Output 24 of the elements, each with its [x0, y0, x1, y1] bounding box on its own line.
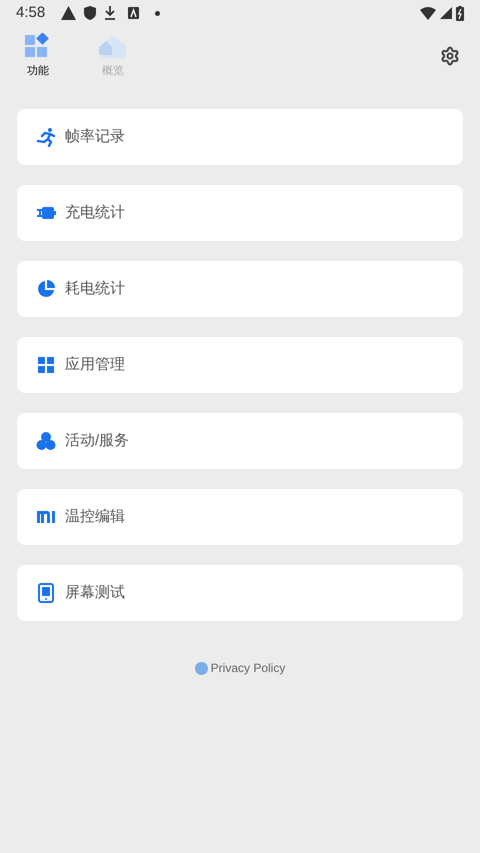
tab[interactable]: 功能 [18, 32, 58, 80]
status-time: 4:58 [16, 2, 46, 23]
tablet-icon [36, 583, 56, 603]
grid-icon [36, 355, 56, 375]
menu-card[interactable]: 温控编辑 [17, 489, 463, 545]
privacy-policy-link[interactable]: Privacy Policy [210, 659, 286, 677]
wifi-icon [420, 6, 436, 20]
menu-card[interactable]: 充电统计 [17, 185, 463, 241]
signal-icon [440, 7, 452, 19]
warning-icon [61, 6, 76, 20]
pie-chart-icon [36, 279, 56, 299]
menu-card[interactable]: 耗电统计 [17, 261, 463, 317]
tiles-icon [25, 32, 51, 59]
battery-icon [456, 6, 464, 20]
download-icon [104, 6, 116, 20]
shield-icon [84, 6, 96, 20]
circles-icon [36, 431, 56, 451]
menu-card[interactable]: 应用管理 [17, 337, 463, 393]
settings-icon[interactable] [440, 46, 460, 66]
running-figure-icon [36, 127, 56, 147]
dot-icon [155, 10, 160, 16]
menu-card[interactable]: 活动/服务 [17, 413, 463, 469]
menu-card[interactable]: 帧率记录 [17, 109, 463, 165]
menu-card[interactable]: 屏幕测试 [17, 565, 463, 621]
